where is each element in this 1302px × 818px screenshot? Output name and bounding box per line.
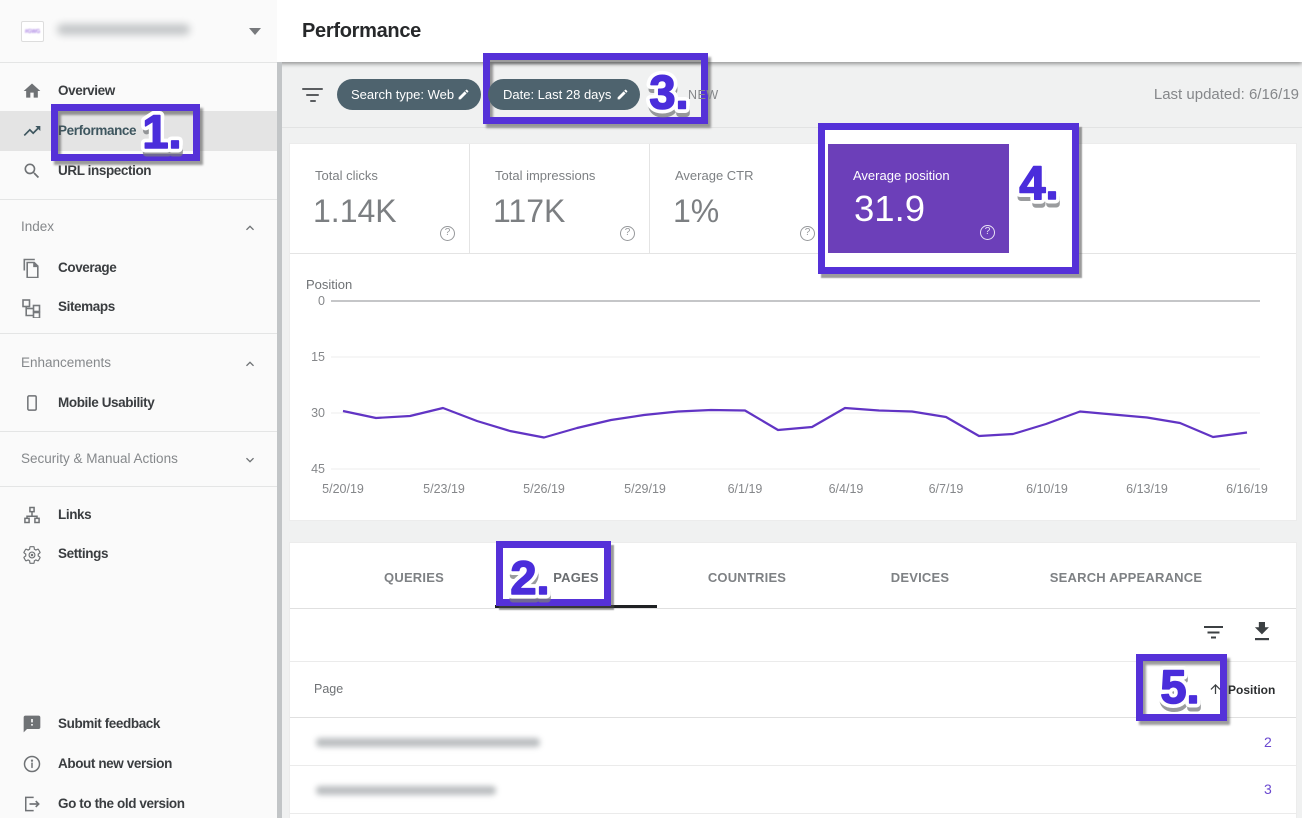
svg-text:2.: 2.: [510, 551, 549, 604]
svg-text:5.: 5.: [1160, 660, 1199, 713]
svg-text:4.: 4.: [1019, 156, 1058, 209]
svg-text:3.: 3.: [649, 66, 688, 119]
svg-text:1.: 1.: [142, 105, 181, 158]
